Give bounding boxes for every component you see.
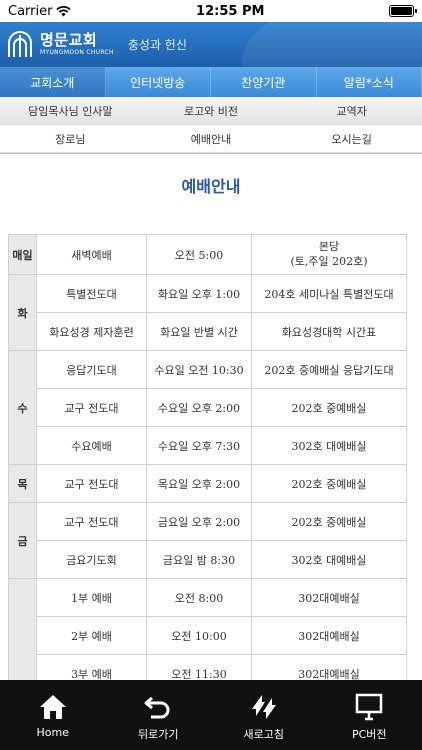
- table-row: 금 교구 전도대 금요일 오후 2:00 202호 중예배실: [8, 502, 407, 579]
- service-time: 금요일 오후 2:00: [146, 502, 252, 541]
- service-name: 교구 전도대: [36, 388, 147, 427]
- sub-menu: 담임목사님 인사말 로고와 비전 교역자 장로님 예배안내 오시는길: [0, 97, 422, 154]
- table-row: 화 특별전도대 화요일 오후 1:00 204호 세미나실 특별전도대: [8, 274, 407, 351]
- table-row: 수 응답기도대 수요일 오전 10:30 202호 중예배실 응답기도대: [8, 350, 407, 465]
- service-place: 202호 중예배실 응답기도대: [251, 350, 407, 389]
- service-place: 202호 중예배실: [251, 388, 407, 427]
- submenu-pastor-greeting[interactable]: 담임목사님 인사말: [0, 97, 141, 125]
- refresh-icon: [251, 695, 276, 719]
- service-time: 금요일 밤 8:30: [146, 540, 252, 579]
- service-place: 화요성경대학 시간표: [251, 312, 407, 351]
- church-logo[interactable]: 명문교회 MYUNGMOON CHURCH: [40, 33, 114, 56]
- service-time: 수요일 오전 10:30: [146, 350, 252, 389]
- service-place: 202호 중예배실: [251, 464, 407, 503]
- service-time: 오전 8:00: [146, 578, 252, 617]
- service-time: 수요일 오후 7:30: [146, 426, 252, 465]
- church-name-en: MYUNGMOON CHURCH: [40, 49, 114, 56]
- schedule-table: 매일 새벽예배 오전 5:00 본당 (토,주일 202호) 화 특별전도대 화…: [8, 234, 407, 693]
- day-cell: 화: [8, 274, 37, 351]
- service-name: 수요예배: [36, 426, 147, 465]
- service-name: 화요성경 제자훈련: [36, 312, 147, 351]
- service-name: 새벽예배: [36, 234, 147, 275]
- app-banner: 명문교회 MYUNGMOON CHURCH 충성과 헌신: [0, 22, 422, 67]
- carrier-label: Carrier: [8, 3, 53, 19]
- table-row: 금요기도회 금요일 밤 8:30 302호 대예배실: [9, 540, 407, 579]
- submenu-elders[interactable]: 장로님: [0, 125, 141, 153]
- place-line: 본당: [318, 239, 340, 253]
- table-row: 목 교구 전도대 목요일 오후 2:00 202호 중예배실: [8, 464, 407, 503]
- table-row: 교구 전도대 수요일 오후 2:00 202호 중예배실: [9, 388, 407, 427]
- monitor-icon: [356, 693, 383, 721]
- table-row: 수요예배 수요일 오후 7:30 302호 대예배실: [9, 426, 407, 465]
- service-name: 특별전도대: [36, 274, 147, 313]
- service-name: 교구 전도대: [36, 502, 147, 541]
- place-line: (토,주일 202호): [290, 254, 368, 268]
- service-time: 수요일 오후 2:00: [146, 388, 252, 427]
- tab-back[interactable]: 뒤로가기: [118, 692, 198, 742]
- tab-label: Home: [36, 726, 69, 739]
- submenu-logo-vision[interactable]: 로고와 비전: [140, 97, 282, 125]
- tab-pc-version[interactable]: PC버전: [329, 692, 409, 742]
- service-place: 302대예배실: [251, 616, 407, 655]
- battery-icon: [389, 5, 417, 17]
- day-cell: 수: [8, 350, 37, 465]
- table-row: 2부 예배 오전 10:00 302대예배실: [9, 616, 407, 655]
- service-name: 2부 예배: [36, 616, 147, 655]
- table-row: 매일 새벽예배 오전 5:00 본당 (토,주일 202호): [8, 234, 407, 275]
- day-cell: 매일: [8, 234, 37, 275]
- service-time: 화요일 반별 시간: [146, 312, 252, 351]
- main-nav: 교회소개 인터넷방송 찬양기관 알림*소식: [0, 67, 422, 97]
- service-place: 204호 세미나실 특별전도대: [251, 274, 407, 313]
- wifi-icon: [56, 5, 72, 16]
- tab-label: 새로고침: [243, 728, 284, 741]
- nav-item-about[interactable]: 교회소개: [0, 67, 106, 97]
- service-place: 302호 대예배실: [251, 540, 407, 579]
- status-bar: Carrier 12:55 PM: [0, 0, 422, 22]
- service-time: 오전 5:00: [146, 234, 252, 275]
- service-time: 화요일 오후 1:00: [146, 274, 252, 313]
- service-place: 302대예배실: [251, 578, 407, 617]
- nav-item-news[interactable]: 알림*소식: [317, 67, 422, 97]
- tab-label: PC버전: [351, 728, 387, 741]
- church-logo-icon[interactable]: [6, 30, 34, 59]
- table-row: 1부 예배 오전 8:00 302대예배실: [8, 578, 407, 693]
- day-cell: [8, 578, 37, 693]
- day-cell: 금: [8, 502, 37, 579]
- clock: 12:55 PM: [196, 3, 265, 19]
- service-place: 본당 (토,주일 202호): [251, 234, 407, 275]
- table-row: 화요성경 제자훈련 화요일 반별 시간 화요성경대학 시간표: [9, 312, 407, 351]
- submenu-worship-info[interactable]: 예배안내: [140, 125, 282, 153]
- bottom-tab-bar: Home 뒤로가기 새로고침 PC버전: [0, 680, 422, 750]
- page-title: 예배안내: [181, 177, 241, 196]
- tab-label: 뒤로가기: [138, 728, 179, 741]
- service-place: 202호 중예배실: [251, 502, 407, 541]
- day-cell: 목: [8, 464, 37, 503]
- tab-home[interactable]: Home: [13, 692, 93, 739]
- slogan: 충성과 헌신: [127, 38, 187, 52]
- tab-refresh[interactable]: 새로고침: [224, 692, 304, 742]
- home-icon: [39, 695, 66, 719]
- service-place: 302호 대예배실: [251, 426, 407, 465]
- service-name: 응답기도대: [36, 350, 147, 389]
- nav-item-broadcast[interactable]: 인터넷방송: [106, 67, 211, 97]
- service-time: 오전 10:00: [146, 616, 252, 655]
- back-icon: [144, 696, 170, 719]
- service-name: 1부 예배: [36, 578, 147, 617]
- church-name: 명문교회: [40, 31, 98, 49]
- service-name: 교구 전도대: [36, 464, 147, 503]
- service-time: 목요일 오후 2:00: [146, 464, 252, 503]
- submenu-directions[interactable]: 오시는길: [281, 125, 422, 153]
- submenu-ministers[interactable]: 교역자: [281, 97, 422, 125]
- service-name: 금요기도회: [36, 540, 147, 579]
- worship-schedule: 매일 새벽예배 오전 5:00 본당 (토,주일 202호) 화 특별전도대 화…: [8, 234, 407, 693]
- nav-item-choir[interactable]: 찬양기관: [211, 67, 317, 97]
